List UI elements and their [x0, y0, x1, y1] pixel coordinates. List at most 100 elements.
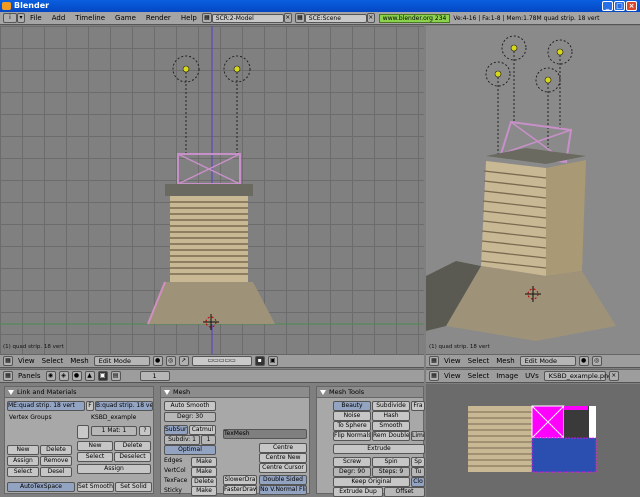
material-color-swatch[interactable]: [77, 425, 89, 439]
material-counter[interactable]: 1 Mat: 1: [91, 426, 137, 436]
collapse-menu-icon[interactable]: ▾: [17, 13, 25, 23]
image-close-icon[interactable]: ×: [608, 371, 619, 381]
draw-type-icon[interactable]: ●: [152, 356, 163, 366]
menu-help[interactable]: Help: [176, 12, 202, 25]
editor-type-icon-right[interactable]: ▦: [429, 356, 439, 366]
noise-button[interactable]: Noise: [333, 411, 371, 421]
select-menu-right[interactable]: Select: [466, 357, 492, 365]
screen-field[interactable]: SCR:2-Model: [211, 13, 284, 23]
vgroup-select-button[interactable]: Select: [7, 467, 39, 477]
degree-field[interactable]: Degr: 90: [333, 467, 371, 477]
screen-browse-icon[interactable]: ▦: [201, 13, 212, 23]
logic-icon[interactable]: ◉: [45, 371, 56, 381]
set-smooth-button[interactable]: Set Smooth: [77, 482, 114, 492]
material-delete-button[interactable]: Delete: [114, 441, 151, 451]
screen-close-icon[interactable]: ×: [283, 13, 292, 23]
material-select-button[interactable]: Select: [77, 452, 113, 462]
select-menu[interactable]: Select: [40, 357, 66, 365]
clockwise-toggle[interactable]: Clo: [411, 477, 425, 487]
object-icon[interactable]: ▲: [84, 371, 95, 381]
menu-file[interactable]: File: [25, 12, 47, 25]
subdiv-render-level[interactable]: 1: [201, 435, 216, 445]
smooth-button[interactable]: Smooth: [372, 421, 410, 431]
subsurf-toggle[interactable]: SubSurf: [164, 425, 188, 435]
screw-button[interactable]: Screw: [333, 457, 371, 467]
render-icon[interactable]: ▣: [267, 356, 278, 366]
hash-button[interactable]: Hash: [372, 411, 410, 421]
extrude-button[interactable]: Extrude: [333, 444, 425, 454]
draw-type-icon-right[interactable]: ●: [578, 356, 589, 366]
to-sphere-button[interactable]: To Sphere: [333, 421, 371, 431]
vgroup-new-button[interactable]: New: [7, 445, 39, 455]
faster-draw-button[interactable]: FasterDraw: [223, 485, 257, 495]
slower-draw-button[interactable]: SlowerDra: [223, 475, 257, 485]
vgroup-remove-button[interactable]: Remove: [40, 456, 72, 466]
editor-type-icon[interactable]: ▦: [3, 356, 13, 366]
material-deselect-button[interactable]: Deselect: [114, 452, 151, 462]
mesh-menu-right[interactable]: Mesh: [494, 357, 516, 365]
vgroup-delete-button[interactable]: Delete: [40, 445, 72, 455]
scene-icon[interactable]: ▤: [110, 371, 121, 381]
image-menu[interactable]: Image: [494, 372, 520, 380]
view-menu-right[interactable]: View: [442, 357, 463, 365]
centre-new-button[interactable]: Centre New: [259, 453, 307, 463]
blender-url[interactable]: www.blender.org 234: [378, 13, 451, 23]
menu-timeline[interactable]: Timeline: [70, 12, 110, 25]
scene-field[interactable]: SCE:Scene: [304, 13, 367, 23]
subdiv-level[interactable]: Subdiv: 1: [164, 435, 200, 445]
menu-game[interactable]: Game: [110, 12, 141, 25]
no-vnormal-flip-toggle[interactable]: No V.Normal Fli: [259, 485, 307, 495]
uvs-menu[interactable]: UVs: [523, 372, 541, 380]
mesh-datablock-field[interactable]: ME:quad strip. 18 vert: [7, 401, 85, 411]
image-name-field[interactable]: KSBD_example.png: [543, 371, 612, 381]
steps-field[interactable]: Steps: 9: [372, 467, 410, 477]
vgroup-assign-button[interactable]: Assign: [7, 456, 39, 466]
limit-field[interactable]: Limi: [411, 431, 425, 441]
flip-normals-button[interactable]: Flip Normals: [333, 431, 371, 441]
vertcol-make-button[interactable]: Make: [191, 467, 217, 477]
autotexspace-toggle[interactable]: AutoTexSpace: [7, 482, 75, 492]
sticky-make-button[interactable]: Make: [191, 486, 217, 496]
3d-viewport-front[interactable]: (1) quad strip. 18 vert: [0, 26, 424, 354]
fake-user-toggle[interactable]: F: [86, 401, 94, 411]
pivot-icon[interactable]: ◎: [165, 356, 176, 366]
buttons-editor-icon[interactable]: ▦: [3, 371, 13, 381]
mesh-menu[interactable]: Mesh: [68, 357, 90, 365]
optimal-toggle[interactable]: Optimal: [164, 445, 216, 455]
mode-select[interactable]: Edit Mode: [93, 356, 150, 366]
offset-field[interactable]: Offset: [384, 487, 425, 497]
pivot-icon-right[interactable]: ◎: [591, 356, 602, 366]
info-window-icon[interactable]: i: [3, 13, 17, 23]
3d-viewport-perspective[interactable]: (1) quad strip. 18 vert: [426, 26, 640, 354]
scene-browse-icon[interactable]: ▦: [294, 13, 305, 23]
collapse-triangle-icon[interactable]: [8, 390, 14, 395]
auto-smooth-toggle[interactable]: Auto Smooth: [164, 401, 216, 411]
set-solid-button[interactable]: Set Solid: [115, 482, 152, 492]
spin-button[interactable]: Spin: [372, 457, 410, 467]
lock-icon[interactable]: ▪: [254, 356, 265, 366]
vgroup-desel-button[interactable]: Desel: [40, 467, 72, 477]
editing-icon[interactable]: ▣: [97, 371, 108, 381]
centre-button[interactable]: Centre: [259, 443, 307, 453]
beauty-toggle[interactable]: Beauty: [333, 401, 371, 411]
panels-menu[interactable]: Panels: [16, 372, 43, 380]
page-number-field[interactable]: 1: [139, 371, 170, 381]
fractal-button[interactable]: Fra: [411, 401, 425, 411]
double-sided-toggle[interactable]: Double Sided: [259, 475, 307, 485]
layers-grid[interactable]: ▭▭▭▭▭: [191, 356, 252, 366]
collapse-triangle-icon[interactable]: [320, 390, 326, 395]
minimize-icon[interactable]: _: [602, 1, 613, 11]
centre-cursor-button[interactable]: Centre Cursor: [259, 463, 307, 473]
image-editor-icon[interactable]: ▦: [429, 371, 439, 381]
edges-make-button[interactable]: Make: [191, 457, 217, 467]
auto-smooth-degree[interactable]: Degr: 30: [164, 412, 216, 422]
uv-image-editor[interactable]: [426, 384, 640, 497]
image-view-menu[interactable]: View: [442, 372, 463, 380]
menu-add[interactable]: Add: [47, 12, 71, 25]
spin-dup-button[interactable]: Sp: [411, 457, 425, 467]
help-button[interactable]: ?: [139, 426, 151, 436]
texmesh-field[interactable]: TexMesh: [223, 429, 307, 439]
mode-select-right[interactable]: Edit Mode: [519, 356, 576, 366]
scene-close-icon[interactable]: ×: [366, 13, 375, 23]
turns-field[interactable]: Tu: [411, 467, 425, 477]
